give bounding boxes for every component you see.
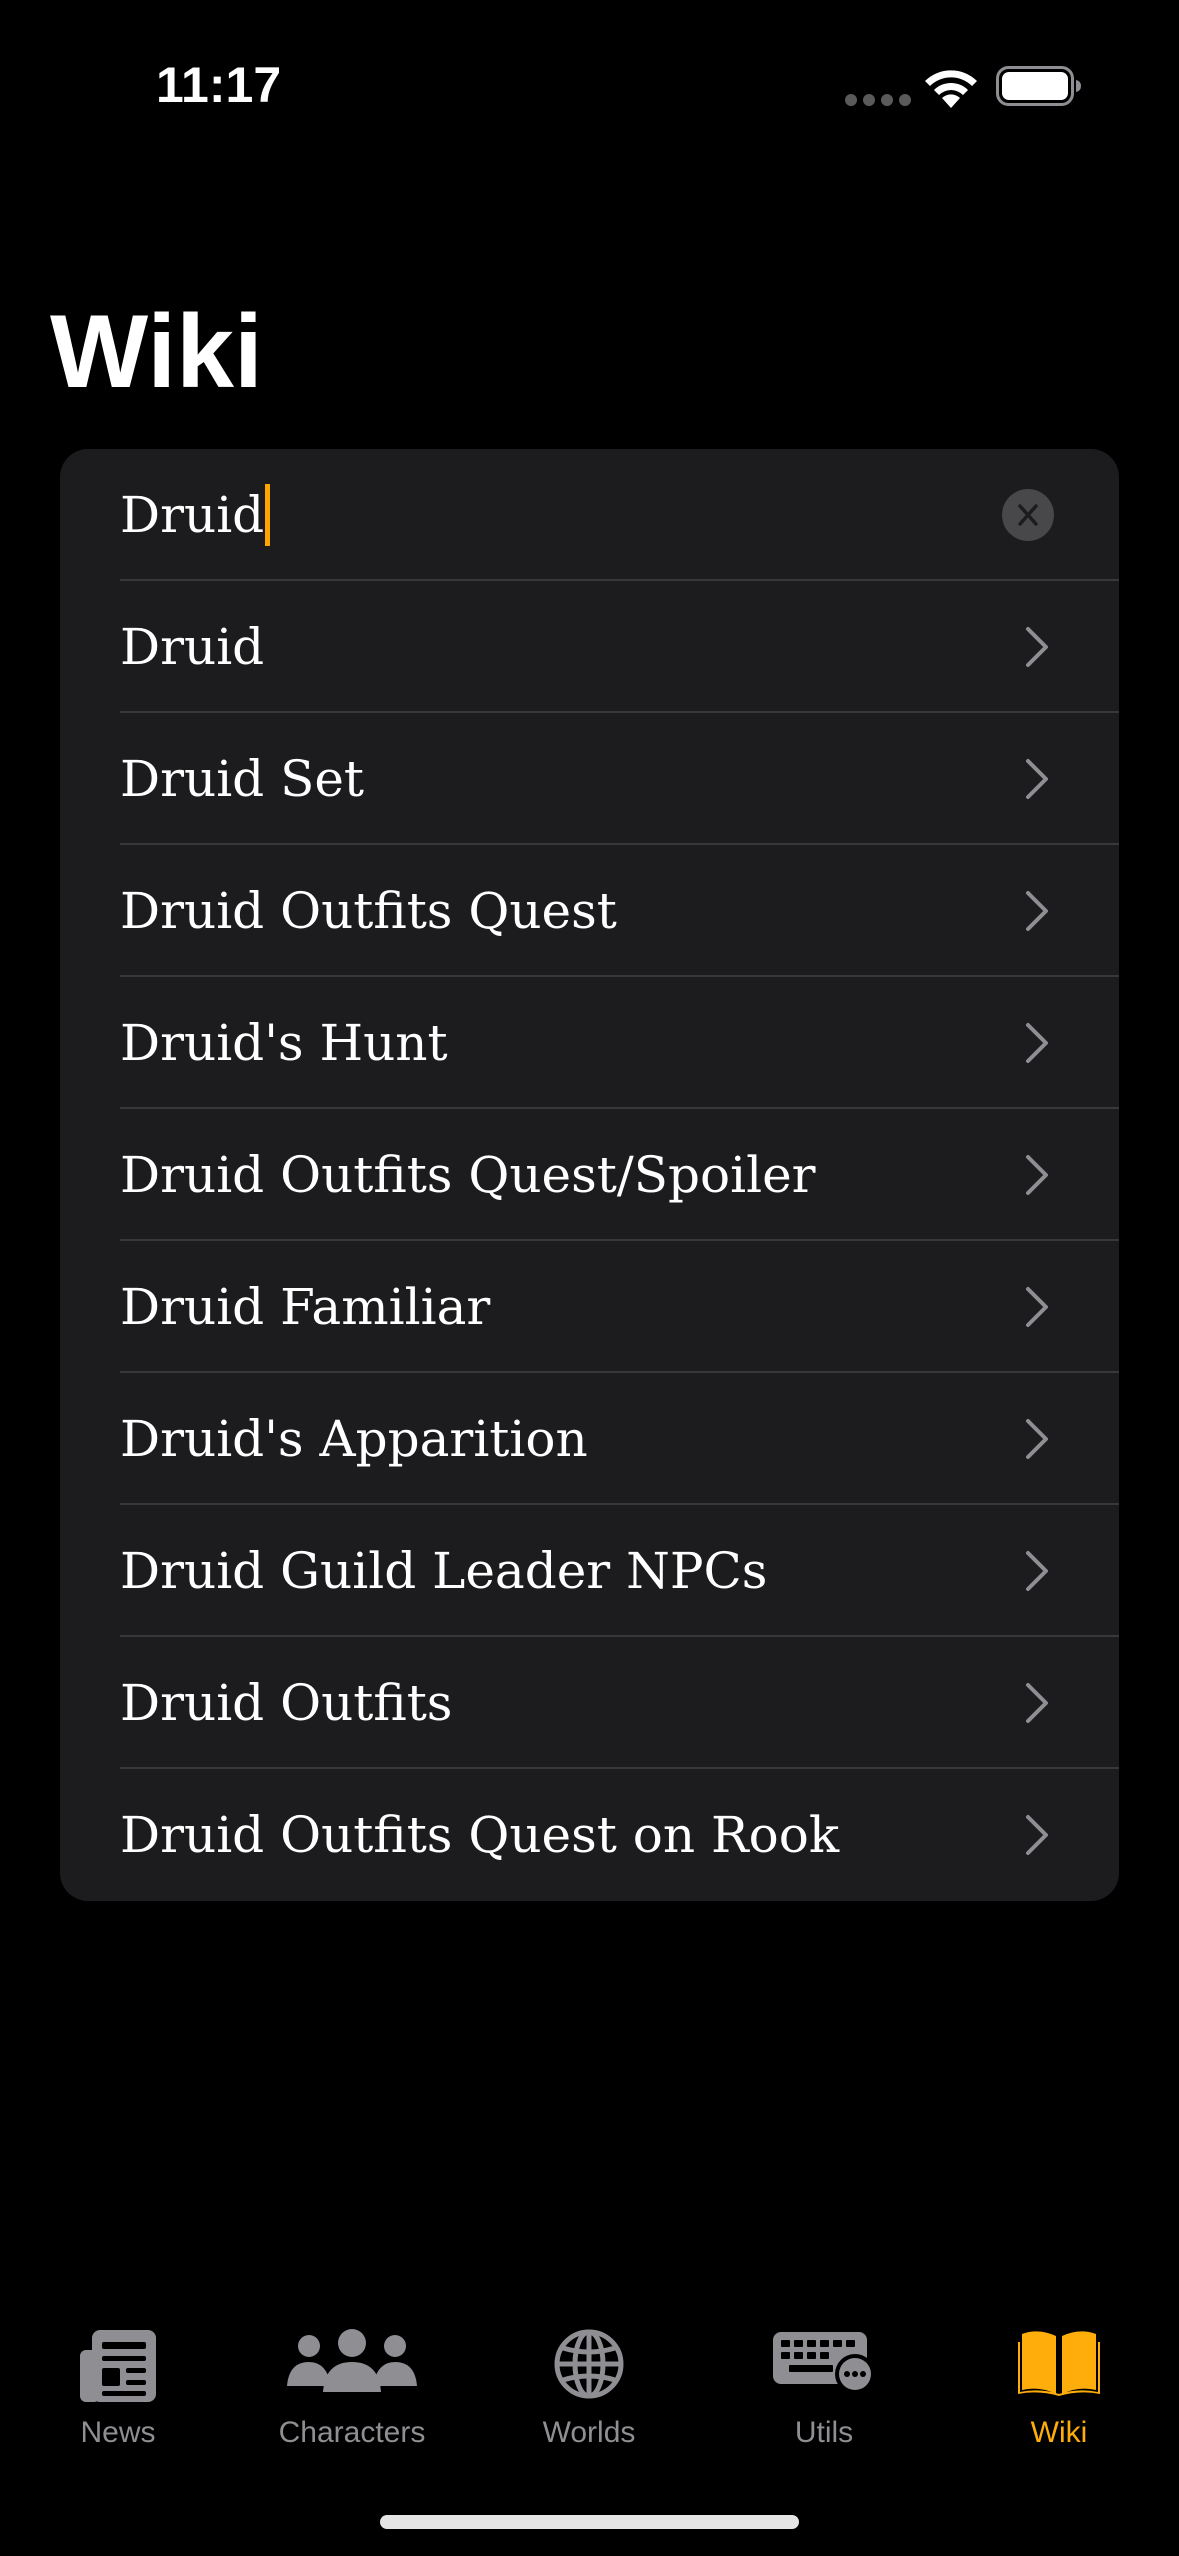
result-row[interactable]: Druid Guild Leader NPCs xyxy=(60,1505,1119,1637)
tab-wiki[interactable]: Wiki xyxy=(941,2300,1177,2470)
chevron-right-icon xyxy=(1026,1815,1048,1855)
result-label: Druid's Apparition xyxy=(120,1410,588,1468)
chevron-right-icon xyxy=(1026,1419,1048,1459)
globe-icon xyxy=(554,2329,624,2399)
tab-utils[interactable]: Utils xyxy=(706,2300,942,2470)
battery-icon xyxy=(996,66,1081,106)
result-row[interactable]: Druid's Hunt xyxy=(60,977,1119,1109)
result-row[interactable]: Druid Outfits Quest xyxy=(60,845,1119,977)
result-row[interactable]: Druid Outfits xyxy=(60,1637,1119,1769)
result-label: Druid Familiar xyxy=(120,1278,491,1336)
result-row[interactable]: Druid's Apparition xyxy=(60,1373,1119,1505)
result-label: Druid xyxy=(120,618,265,676)
result-label: Druid Outfits Quest xyxy=(120,882,617,940)
result-label: Druid Outfits xyxy=(120,1674,453,1732)
result-label: Druid Set xyxy=(120,750,365,808)
result-row[interactable]: Druid Familiar xyxy=(60,1241,1119,1373)
result-row[interactable]: Druid Set xyxy=(60,713,1119,845)
tab-news[interactable]: News xyxy=(0,2300,236,2470)
people-icon xyxy=(287,2329,417,2392)
tab-label: Worlds xyxy=(542,2416,636,2449)
tab-characters[interactable]: Characters xyxy=(234,2300,470,2470)
result-row[interactable]: Druid xyxy=(60,581,1119,713)
chevron-right-icon xyxy=(1026,1683,1048,1723)
chevron-right-icon xyxy=(1026,1155,1048,1195)
tab-label: Characters xyxy=(278,2416,426,2449)
tab-label: News xyxy=(80,2416,156,2449)
chevron-right-icon xyxy=(1026,759,1048,799)
wifi-icon xyxy=(925,70,977,108)
page-title: Wiki xyxy=(50,294,263,410)
search-results-card: Druid Druid Druid Set Druid Outfits Quest D… xyxy=(60,449,1119,1901)
tab-label: Wiki xyxy=(1030,2416,1088,2449)
result-label: Druid Guild Leader NPCs xyxy=(120,1542,768,1600)
result-label: Druid Outfits Quest on Rook xyxy=(120,1806,840,1864)
result-label: Druid Outfits Quest/Spoiler xyxy=(120,1146,816,1204)
book-icon xyxy=(1018,2331,1100,2396)
keyboard-icon xyxy=(773,2332,875,2394)
cellular-signal-icon xyxy=(845,94,911,106)
tab-worlds[interactable]: Worlds xyxy=(471,2300,707,2470)
status-bar: 11:17 xyxy=(0,0,1179,170)
home-indicator xyxy=(380,2515,799,2529)
search-input[interactable]: Druid xyxy=(120,449,271,581)
search-input-value: Druid xyxy=(120,486,265,544)
chevron-right-icon xyxy=(1026,1287,1048,1327)
chevron-right-icon xyxy=(1026,1023,1048,1063)
status-time: 11:17 xyxy=(156,57,282,113)
result-label: Druid's Hunt xyxy=(120,1014,448,1072)
clear-x-icon xyxy=(1018,504,1038,526)
chevron-right-icon xyxy=(1026,1551,1048,1591)
clear-search-button[interactable] xyxy=(1002,489,1054,541)
result-row[interactable]: Druid Outfits Quest/Spoiler xyxy=(60,1109,1119,1241)
text-caret xyxy=(265,484,271,546)
result-row[interactable]: Druid Outfits Quest on Rook xyxy=(60,1769,1119,1901)
tab-label: Utils xyxy=(794,2416,854,2449)
chevron-right-icon xyxy=(1026,891,1048,931)
chevron-right-icon xyxy=(1026,627,1048,667)
newspaper-icon xyxy=(80,2330,156,2402)
search-row: Druid xyxy=(60,449,1119,581)
